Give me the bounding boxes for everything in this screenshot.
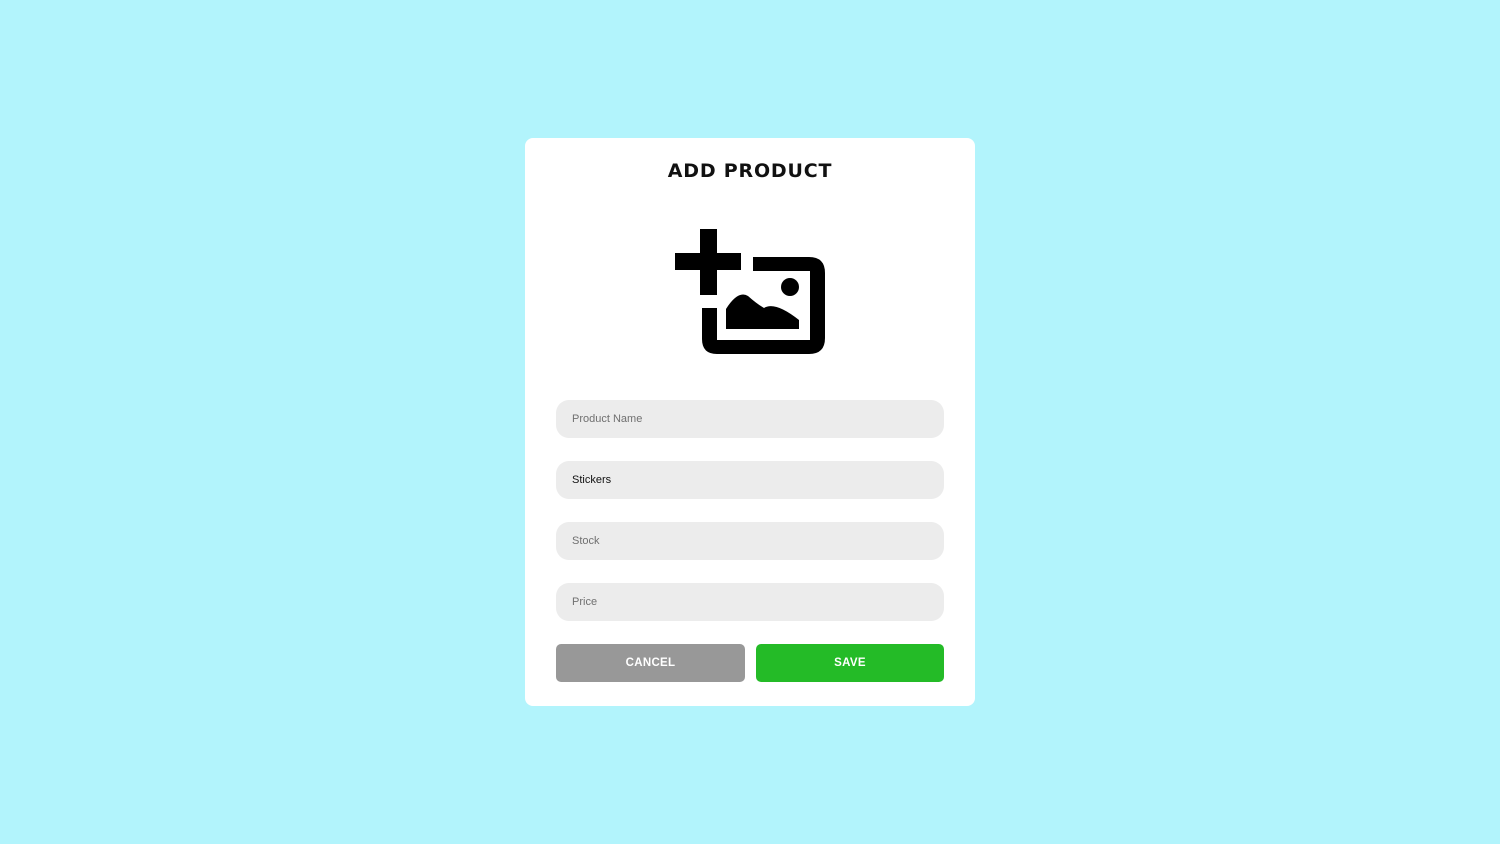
category-input[interactable] xyxy=(556,461,944,499)
add-product-card: ADD PRODUCT CANCEL SAVE xyxy=(525,138,975,706)
cancel-button[interactable]: CANCEL xyxy=(556,644,745,682)
save-button[interactable]: SAVE xyxy=(756,644,944,682)
stock-input[interactable] xyxy=(556,522,944,560)
product-name-input[interactable] xyxy=(556,400,944,438)
form-title: ADD PRODUCT xyxy=(667,160,833,182)
image-upload-button[interactable] xyxy=(671,224,829,360)
price-input[interactable] xyxy=(556,583,944,621)
add-photo-icon xyxy=(675,229,825,354)
